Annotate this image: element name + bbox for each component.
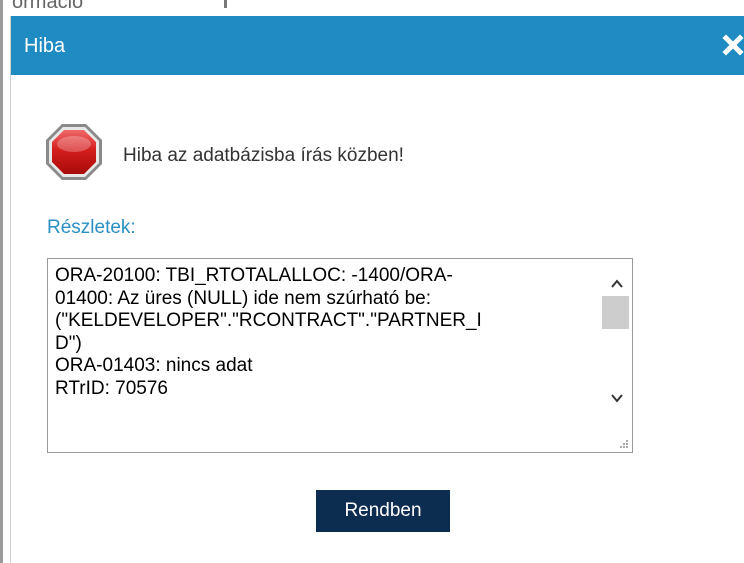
error-dialog: Hiba Hiba az adatbázisba írás közben! Ré… <box>10 16 744 563</box>
background-border <box>0 0 3 563</box>
error-message: Hiba az adatbázisba írás közben! <box>123 145 404 166</box>
details-line: ("KELDEVELOPER"."RCONTRACT"."PARTNER_I <box>55 310 482 332</box>
resize-grip-icon[interactable] <box>617 437 629 449</box>
details-scrollbar[interactable] <box>599 259 632 452</box>
details-label: Részletek: <box>47 217 136 238</box>
close-icon <box>722 34 744 56</box>
details-line: RTrID: 70576 <box>55 377 168 399</box>
details-textarea[interactable]: ORA-20100: TBI_RTOTALALLOC: -1400/ORA- 01… <box>47 258 633 453</box>
details-line: ORA-01403: nincs adat <box>55 355 253 377</box>
details-text: ORA-20100: TBI_RTOTALALLOC: -1400/ORA- 01… <box>55 265 591 401</box>
scroll-down-icon[interactable] <box>611 393 623 403</box>
details-line: D") <box>55 332 82 354</box>
scroll-up-icon[interactable] <box>611 279 623 289</box>
ok-button[interactable]: Rendben <box>316 490 450 532</box>
close-button[interactable] <box>722 32 744 58</box>
background-mark <box>224 0 227 8</box>
details-line: ORA-20100: TBI_RTOTALALLOC: -1400/ORA- <box>55 265 453 286</box>
dialog-title: Hiba <box>24 35 66 57</box>
background-text: ormáció <box>12 0 84 13</box>
stop-icon <box>46 124 102 180</box>
details-line: 01400: Az üres (NULL) ide nem szúrható b… <box>55 287 431 309</box>
scroll-thumb[interactable] <box>602 296 629 329</box>
dialog-titlebar: Hiba <box>11 16 744 75</box>
